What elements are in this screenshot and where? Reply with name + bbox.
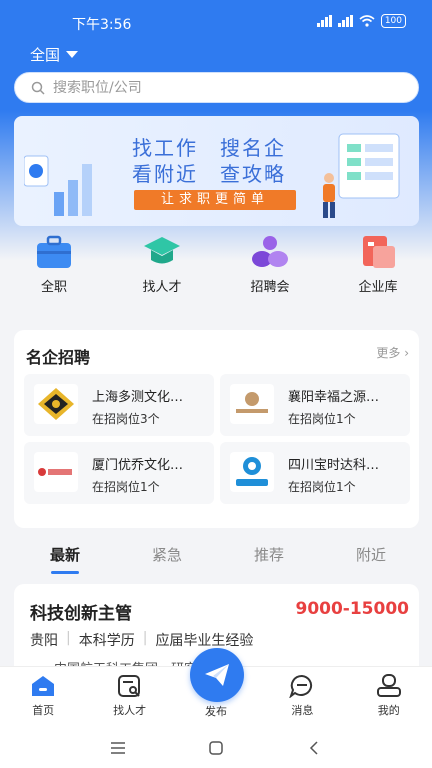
company-name: 厦门优乔文化… xyxy=(92,458,184,473)
job-tags: 贵阳 | 本科学历 | 应届毕业生经验 xyxy=(30,630,253,650)
message-icon xyxy=(288,673,316,699)
signal-icon xyxy=(316,15,332,27)
tag-separator: | xyxy=(66,630,71,646)
publish-button[interactable] xyxy=(190,648,244,702)
company-positions: 在招岗位3个 xyxy=(92,412,160,426)
featured-companies-section: 名企招聘 更多 › 上海多测文化… 在招岗位3个 襄阳幸福之源… 在招岗位1个 … xyxy=(14,330,419,528)
company-logo xyxy=(34,384,78,424)
status-bar: 下午3:56 100 xyxy=(0,0,432,44)
tab-latest[interactable]: 最新 xyxy=(14,538,116,578)
company-building-icon xyxy=(363,236,395,268)
promo-banner[interactable]: 找工作 搜名企 看附近 查攻略 让求职更简单 xyxy=(14,116,419,226)
quick-link-label: 找人才 xyxy=(142,280,182,295)
quick-link-label: 招聘会 xyxy=(250,280,290,295)
signal-icon-2 xyxy=(337,15,353,27)
nav-label: 找人才 xyxy=(113,704,147,717)
nav-label: 我的 xyxy=(377,704,400,717)
send-icon xyxy=(205,664,229,686)
location-label: 全国 xyxy=(30,46,61,64)
job-tabs: 最新 紧急 推荐 附近 xyxy=(0,538,432,578)
company-card[interactable]: 四川宝时达科… 在招岗位1个 xyxy=(220,442,410,504)
banner-cta[interactable]: 让求职更简单 xyxy=(134,190,296,210)
profile-icon xyxy=(375,673,403,699)
search-icon xyxy=(31,81,45,95)
people-group-icon xyxy=(252,236,288,267)
find-talent-icon xyxy=(116,673,144,699)
status-icons: 100 xyxy=(316,14,406,28)
banner-line-1: 找工作 搜名企 xyxy=(132,136,286,160)
home-icon xyxy=(29,673,57,699)
search-bar[interactable] xyxy=(14,72,419,103)
company-name: 上海多测文化… xyxy=(92,390,184,405)
chevron-down-icon xyxy=(66,51,79,58)
nav-label: 消息 xyxy=(291,704,314,717)
nav-messages[interactable]: 消息 xyxy=(259,667,345,728)
company-card[interactable]: 襄阳幸福之源… 在招岗位1个 xyxy=(220,374,410,436)
company-logo xyxy=(230,384,274,424)
job-tag: 贵阳 xyxy=(30,633,58,649)
back-icon[interactable] xyxy=(309,741,319,755)
company-positions: 在招岗位1个 xyxy=(288,480,356,494)
nav-profile[interactable]: 我的 xyxy=(346,667,432,728)
tab-nearby[interactable]: 附近 xyxy=(320,538,422,578)
tab-urgent[interactable]: 紧急 xyxy=(116,538,218,578)
home-square-icon[interactable] xyxy=(209,741,223,755)
tab-recommended[interactable]: 推荐 xyxy=(218,538,320,578)
job-tag: 应届毕业生经验 xyxy=(155,633,254,649)
menu-icon[interactable] xyxy=(110,742,126,754)
quick-link-company-library[interactable]: 企业库 xyxy=(324,234,432,304)
company-logo xyxy=(34,452,78,492)
system-navigation-bar xyxy=(0,728,432,768)
quick-link-label: 企业库 xyxy=(358,280,398,295)
nav-find-talent[interactable]: 找人才 xyxy=(86,667,172,728)
company-card[interactable]: 厦门优乔文化… 在招岗位1个 xyxy=(24,442,214,504)
quick-link-label: 全职 xyxy=(40,280,67,295)
nav-home[interactable]: 首页 xyxy=(0,667,86,728)
quick-link-fulltime[interactable]: 全职 xyxy=(0,234,108,304)
section-title: 名企招聘 xyxy=(26,348,91,367)
location-selector[interactable]: 全国 xyxy=(30,44,79,65)
company-positions: 在招岗位1个 xyxy=(288,412,356,426)
company-positions: 在招岗位1个 xyxy=(92,480,160,494)
nav-label: 首页 xyxy=(32,704,55,717)
quick-links: 全职 找人才 招聘会 企业库 xyxy=(0,234,432,304)
quick-link-talent[interactable]: 找人才 xyxy=(108,234,216,304)
quick-link-job-fair[interactable]: 招聘会 xyxy=(216,234,324,304)
banner-person-illustration xyxy=(323,133,400,218)
job-salary: 9000-15000 xyxy=(295,599,409,619)
company-logo xyxy=(230,452,274,492)
company-name: 襄阳幸福之源… xyxy=(288,390,380,405)
nav-label: 发布 xyxy=(204,705,227,718)
battery-icon: 100 xyxy=(380,14,406,28)
graduation-cap-icon xyxy=(144,237,180,264)
wifi-icon xyxy=(359,15,375,27)
search-input[interactable] xyxy=(53,79,373,96)
banner-chart-illustration xyxy=(24,155,92,216)
job-title: 科技创新主管 xyxy=(30,604,132,624)
company-card[interactable]: 上海多测文化… 在招岗位3个 xyxy=(24,374,214,436)
job-tag: 本科学历 xyxy=(78,633,135,649)
tag-separator: | xyxy=(142,630,148,646)
briefcase-icon xyxy=(37,235,71,268)
status-time: 下午3:56 xyxy=(72,17,132,33)
company-name: 四川宝时达科… xyxy=(288,458,380,473)
more-link[interactable]: 更多 › xyxy=(376,344,409,361)
banner-line-2: 看附近 查攻略 xyxy=(132,162,286,186)
